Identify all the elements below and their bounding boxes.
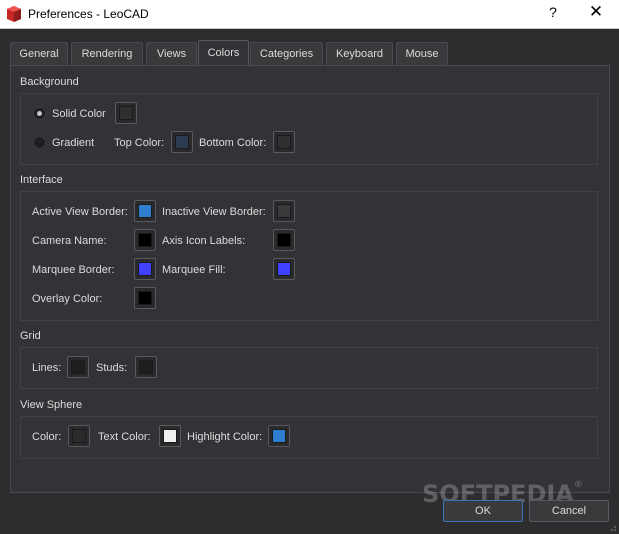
view-sphere-highlight-color-fill	[272, 429, 286, 443]
leocad-app-icon	[7, 6, 21, 22]
bottom-color-label: Bottom Color:	[199, 137, 267, 149]
close-button[interactable]: ✕	[586, 2, 606, 22]
inactive-view-border-swatch[interactable]	[273, 200, 295, 222]
view-sphere-text-color-swatch[interactable]	[159, 425, 181, 447]
view-sphere-color-fill	[72, 429, 86, 443]
axis-icon-labels-swatch[interactable]	[273, 229, 295, 251]
active-view-border-fill	[138, 204, 152, 218]
grid-studs-fill	[139, 360, 153, 374]
marquee-fill-fill	[277, 262, 291, 276]
tab-rendering[interactable]: Rendering	[71, 42, 143, 66]
view-sphere-color-swatch[interactable]	[68, 425, 90, 447]
cancel-button[interactable]: Cancel	[529, 500, 609, 522]
watermark-registered-mark: ®	[573, 480, 583, 490]
gradient-label: Gradient	[52, 137, 95, 149]
camera-name-fill	[138, 233, 152, 247]
bottom-color-swatch[interactable]	[273, 131, 295, 153]
gradient-radio[interactable]	[33, 136, 46, 149]
resize-grip-icon[interactable]	[607, 522, 617, 532]
view-sphere-highlight-color-swatch[interactable]	[268, 425, 290, 447]
view-sphere-text-color-fill	[163, 429, 177, 443]
top-color-fill	[175, 135, 189, 149]
overlay-color-swatch[interactable]	[134, 287, 156, 309]
tab-keyboard[interactable]: Keyboard	[326, 42, 393, 66]
view-sphere-highlight-color-label: Highlight Color:	[187, 431, 263, 443]
view-sphere-color-label: Color:	[32, 431, 62, 443]
solid-color-swatch[interactable]	[115, 102, 137, 124]
tab-general[interactable]: General	[10, 42, 68, 66]
solid-color-radio[interactable]	[33, 107, 46, 120]
view-sphere-text-color-label: Text Color:	[98, 431, 151, 443]
marquee-fill-label: Marquee Fill:	[162, 264, 226, 276]
marquee-border-swatch[interactable]	[134, 258, 156, 280]
active-view-border-swatch[interactable]	[134, 200, 156, 222]
interface-section-title: Interface	[20, 174, 63, 186]
axis-icon-labels-fill	[277, 233, 291, 247]
inactive-view-border-fill	[277, 204, 291, 218]
overlay-color-label: Overlay Color:	[32, 293, 103, 305]
tab-views[interactable]: Views	[146, 42, 197, 66]
title-bar: Preferences - LeoCAD ? ✕	[0, 0, 619, 29]
solid-color-fill	[119, 106, 133, 120]
inactive-view-border-label: Inactive View Border:	[162, 206, 266, 218]
grid-studs-swatch[interactable]	[135, 356, 157, 378]
tab-categories[interactable]: Categories	[250, 42, 323, 66]
grid-section-title: Grid	[20, 330, 41, 342]
grid-studs-label: Studs:	[96, 362, 128, 374]
marquee-fill-swatch[interactable]	[273, 258, 295, 280]
window-title: Preferences - LeoCAD	[28, 7, 149, 21]
axis-icon-labels-label: Axis Icon Labels:	[162, 235, 246, 247]
bottom-color-fill	[277, 135, 291, 149]
top-color-swatch[interactable]	[171, 131, 193, 153]
ok-button[interactable]: OK	[443, 500, 523, 522]
view-sphere-section-title: View Sphere	[20, 399, 83, 411]
help-button[interactable]: ?	[545, 4, 561, 20]
grid-lines-label: Lines:	[32, 362, 62, 374]
overlay-color-fill	[138, 291, 152, 305]
solid-color-label: Solid Color	[52, 108, 106, 120]
background-section-title: Background	[20, 76, 79, 88]
tab-colors[interactable]: Colors	[198, 40, 249, 66]
top-color-label: Top Color:	[114, 137, 165, 149]
active-view-border-label: Active View Border:	[32, 206, 128, 218]
camera-name-swatch[interactable]	[134, 229, 156, 251]
tab-mouse[interactable]: Mouse	[396, 42, 448, 66]
marquee-border-fill	[138, 262, 152, 276]
background-group	[20, 93, 598, 165]
camera-name-label: Camera Name:	[32, 235, 107, 247]
grid-lines-fill	[71, 360, 85, 374]
marquee-border-label: Marquee Border:	[32, 264, 115, 276]
grid-lines-swatch[interactable]	[67, 356, 89, 378]
